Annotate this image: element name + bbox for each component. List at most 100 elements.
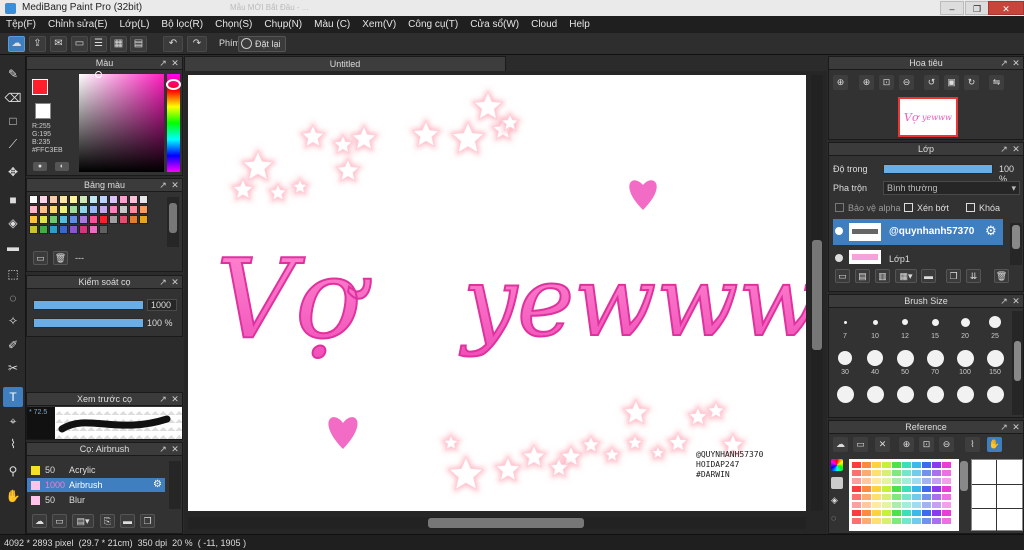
layer-scroll-thumb[interactable] [1012, 225, 1020, 249]
gradient-tool-icon[interactable]: ▬ [3, 237, 23, 257]
detach-icon[interactable]: ↗ [999, 57, 1009, 70]
menu-select[interactable]: Chọn(S) [215, 19, 252, 30]
duplicate-layer-icon[interactable]: ❐ [946, 269, 961, 283]
brush-size-option[interactable]: 70 [922, 347, 948, 381]
brush-size-option[interactable]: 12 [892, 311, 918, 345]
detach-icon[interactable]: ↗ [158, 393, 168, 406]
palette-swatch[interactable] [99, 215, 108, 224]
palette-swatch[interactable] [129, 215, 138, 224]
gray-swatch-icon[interactable] [831, 477, 843, 489]
minimize-button[interactable]: – [940, 1, 964, 15]
add-brush-cloud-icon[interactable]: ☁ [32, 514, 47, 528]
move-tool-icon[interactable]: ✥ [3, 162, 23, 182]
panel-close-icon[interactable]: ✕ [170, 393, 180, 406]
new-palette-icon[interactable]: ▭ [33, 251, 48, 265]
undo-icon[interactable]: ↶ [163, 36, 183, 52]
new-brush-icon[interactable]: ▭ [52, 514, 67, 528]
brush-size-value[interactable]: 1000 [147, 299, 177, 311]
menu-tools[interactable]: Công cụ(T) [408, 19, 458, 30]
menu-color[interactable]: Màu (C) [314, 19, 350, 30]
palette-swatch[interactable] [99, 205, 108, 214]
menu-window[interactable]: Cửa sổ(W) [470, 19, 519, 30]
zoom-out-icon[interactable]: ⊖ [939, 437, 954, 452]
navigator-thumbnail[interactable]: Vợ yewww [898, 97, 958, 137]
vertical-scroll-thumb[interactable] [812, 240, 822, 350]
fit-icon[interactable]: ⊡ [919, 437, 934, 452]
redo-icon[interactable]: ↷ [187, 36, 207, 52]
visibility-eye-icon[interactable] [835, 254, 843, 262]
palette-swatch[interactable] [89, 225, 98, 234]
reset-button[interactable]: Đặt lại [238, 36, 286, 52]
palette-swatch[interactable] [109, 195, 118, 204]
panel-close-icon[interactable]: ✕ [170, 57, 180, 70]
detach-icon[interactable]: ↗ [999, 295, 1009, 308]
brush-item-airbrush[interactable]: 1000 Airbrush ⚙ [27, 478, 165, 492]
brush-tool-icon[interactable]: ✎ [3, 64, 23, 84]
merge-layer-icon[interactable]: ⇊ [966, 269, 981, 283]
palette-swatch[interactable] [79, 195, 88, 204]
palette-swatch[interactable] [139, 215, 148, 224]
zoom-in-alt-icon[interactable]: ⊕ [859, 75, 874, 90]
actual-size-icon[interactable]: ▣ [944, 75, 959, 90]
delete-palette-icon[interactable]: 🗑 [53, 251, 68, 265]
brush-settings-gear-icon[interactable]: ⚙ [153, 479, 162, 490]
visibility-eye-icon[interactable] [835, 227, 843, 235]
hand-tool-icon[interactable]: ✋ [3, 486, 23, 506]
palette-swatch[interactable] [59, 205, 68, 214]
layer-folder-icon[interactable]: ▬ [921, 269, 936, 283]
palette-swatch[interactable] [119, 195, 128, 204]
palette-scrollbar[interactable] [167, 197, 179, 247]
palette-swatch[interactable] [69, 195, 78, 204]
detach-icon[interactable]: ↗ [999, 143, 1009, 156]
grid-icon[interactable]: ▦ [110, 36, 127, 52]
hand-icon[interactable]: ✋ [987, 437, 1002, 452]
dropper-icon[interactable]: ⌇ [965, 437, 980, 452]
saturation-value-picker[interactable] [79, 74, 164, 172]
palette-swatch[interactable] [49, 195, 58, 204]
palette-swatch[interactable] [89, 205, 98, 214]
dropper-tool-icon[interactable]: ⌇ [3, 434, 23, 454]
detach-icon[interactable]: ↗ [158, 179, 168, 192]
menu-cloud[interactable]: Cloud [531, 19, 557, 30]
brush-size-scroll-thumb[interactable] [1014, 341, 1021, 381]
layer-opacity-slider[interactable] [883, 164, 993, 174]
clip-checkbox[interactable] [904, 203, 913, 212]
cloud-icon[interactable]: ☁ [8, 36, 25, 52]
rotate-right-icon[interactable]: ↻ [964, 75, 979, 90]
palette-swatch[interactable] [79, 215, 88, 224]
brush-size-option[interactable]: 15 [922, 311, 948, 345]
brush-size-option[interactable]: 150 [982, 347, 1008, 381]
brush-size-option[interactable]: 30 [832, 347, 858, 381]
protect-alpha-checkbox[interactable] [835, 203, 844, 212]
brush-menu-icon[interactable]: ▤▾ [72, 514, 94, 528]
vertical-scrollbar[interactable] [811, 75, 823, 511]
bucket-tool-icon[interactable]: ◈ [3, 213, 23, 233]
reference-palette-image[interactable] [849, 459, 959, 531]
lock-checkbox[interactable] [966, 203, 975, 212]
palette-swatch[interactable] [129, 195, 138, 204]
brush-size-option[interactable]: 7 [832, 311, 858, 345]
eraser-tool-icon[interactable]: ⌫ [3, 88, 23, 108]
brush-size-option[interactable]: 100 [952, 347, 978, 381]
palette-swatch[interactable] [29, 225, 38, 234]
menu-edit[interactable]: Chỉnh sửa(E) [48, 19, 108, 30]
palette-swatch[interactable] [39, 215, 48, 224]
palette-swatch[interactable] [99, 195, 108, 204]
layer-row[interactable]: Lớp1 [833, 246, 1003, 264]
palette-swatch[interactable] [39, 205, 48, 214]
reference-grid-image[interactable] [971, 459, 1024, 532]
palette-swatch[interactable] [109, 215, 118, 224]
lasso-tool-icon[interactable]: ◌ [3, 288, 23, 308]
panel-close-icon[interactable]: ✕ [170, 276, 180, 289]
detach-icon[interactable]: ↗ [158, 57, 168, 70]
detach-icon[interactable]: ↗ [999, 421, 1009, 434]
brush-size-option[interactable]: 25 [982, 311, 1008, 345]
brush-duplicate-icon[interactable]: ❐ [140, 514, 155, 528]
reference-scroll-thumb[interactable] [960, 461, 968, 491]
palette-swatch[interactable] [69, 205, 78, 214]
palette-swatch[interactable] [49, 215, 58, 224]
background-color-swatch[interactable] [35, 103, 51, 119]
rectangle-tool-icon[interactable]: □ [3, 111, 23, 131]
open-cloud-icon[interactable]: ☁ [833, 437, 848, 452]
palette-swatch[interactable] [29, 205, 38, 214]
